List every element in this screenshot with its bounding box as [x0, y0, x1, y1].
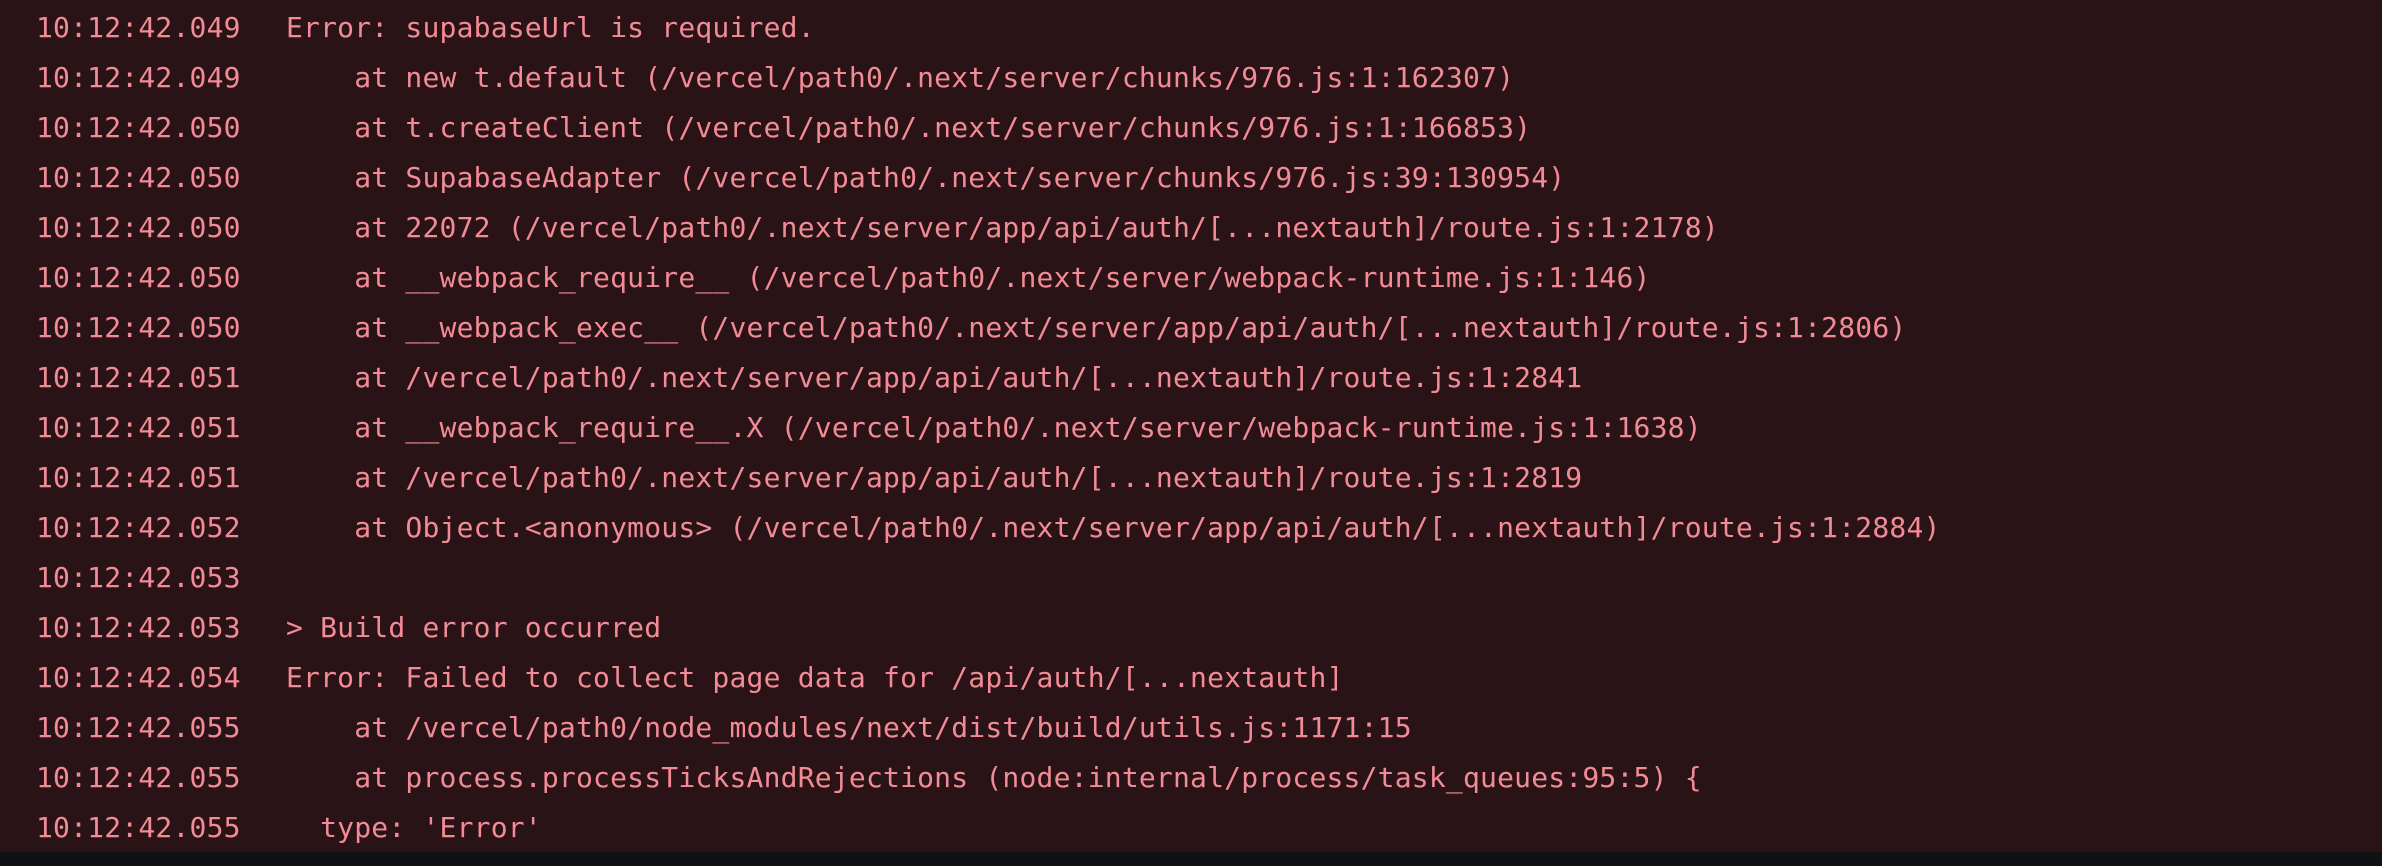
log-timestamp: 10:12:42.049 [36, 10, 241, 44]
log-line: 10:12:42.049 at new t.default (/vercel/p… [0, 52, 2382, 102]
log-line: 10:12:42.050 at SupabaseAdapter (/vercel… [0, 152, 2382, 202]
log-timestamp: 10:12:42.050 [36, 210, 241, 244]
log-line: 10:12:42.051 at /vercel/path0/.next/serv… [0, 352, 2382, 402]
log-timestamp: 10:12:42.055 [36, 760, 241, 794]
log-timestamp: 10:12:42.052 [36, 510, 241, 544]
log-timestamp: 10:12:42.054 [36, 660, 241, 694]
log-message: at process.processTicksAndRejections (no… [286, 760, 1702, 794]
log-message: at __webpack_exec__ (/vercel/path0/.next… [286, 310, 1907, 344]
log-footer-bar [0, 852, 2382, 866]
log-message: at /vercel/path0/node_modules/next/dist/… [286, 710, 1412, 744]
log-line: 10:12:42.055 type: 'Error' [0, 802, 2382, 852]
log-timestamp: 10:12:42.050 [36, 260, 241, 294]
log-line: 10:12:42.051 at __webpack_require__.X (/… [0, 402, 2382, 452]
log-timestamp: 10:12:42.053 [36, 560, 241, 594]
log-message: at __webpack_require__.X (/vercel/path0/… [286, 410, 1702, 444]
log-timestamp: 10:12:42.051 [36, 460, 241, 494]
log-line: 10:12:42.052 at Object.<anonymous> (/ver… [0, 502, 2382, 552]
log-message: at new t.default (/vercel/path0/.next/se… [286, 60, 1515, 94]
log-line: 10:12:42.049 Error: supabaseUrl is requir… [0, 2, 2382, 52]
log-line: 10:12:42.053 [0, 552, 2382, 602]
log-timestamp: 10:12:42.050 [36, 110, 241, 144]
log-line: 10:12:42.055 at /vercel/path0/node_modul… [0, 702, 2382, 752]
log-message: at 22072 (/vercel/path0/.next/server/app… [286, 210, 1719, 244]
log-message: at Object.<anonymous> (/vercel/path0/.ne… [286, 510, 1941, 544]
log-timestamp: 10:12:42.051 [36, 410, 241, 444]
log-message: Error: supabaseUrl is required. [286, 10, 815, 44]
log-message: at SupabaseAdapter (/vercel/path0/.next/… [286, 160, 1566, 194]
log-line: 10:12:42.050 at __webpack_exec__ (/verce… [0, 302, 2382, 352]
log-timestamp: 10:12:42.055 [36, 810, 241, 844]
log-line: 10:12:42.054 Error: Failed to collect pag… [0, 652, 2382, 702]
log-timestamp: 10:12:42.051 [36, 360, 241, 394]
log-timestamp: 10:12:42.053 [36, 610, 241, 644]
log-message: type: 'Error' [286, 810, 542, 844]
log-message: at t.createClient (/vercel/path0/.next/s… [286, 110, 1532, 144]
log-timestamp: 10:12:42.055 [36, 710, 241, 744]
log-line: 10:12:42.050 at 22072 (/vercel/path0/.ne… [0, 202, 2382, 252]
log-message: at /vercel/path0/.next/server/app/api/au… [286, 460, 1583, 494]
log-message: Error: Failed to collect page data for /… [286, 660, 1344, 694]
log-timestamp: 10:12:42.050 [36, 160, 241, 194]
log-line: 10:12:42.053 > Build error occurred [0, 602, 2382, 652]
log-message: at __webpack_require__ (/vercel/path0/.n… [286, 260, 1651, 294]
log-line: 10:12:42.051 at /vercel/path0/.next/serv… [0, 452, 2382, 502]
log-message: > Build error occurred [286, 610, 662, 644]
build-log-panel: 10:12:42.049 Error: supabaseUrl is requir… [0, 0, 2382, 866]
log-timestamp: 10:12:42.049 [36, 60, 241, 94]
log-line: 10:12:42.050 at t.createClient (/vercel/… [0, 102, 2382, 152]
log-message: at /vercel/path0/.next/server/app/api/au… [286, 360, 1583, 394]
log-line: 10:12:42.050 at __webpack_require__ (/ve… [0, 252, 2382, 302]
log-timestamp: 10:12:42.050 [36, 310, 241, 344]
log-line: 10:12:42.055 at process.processTicksAndR… [0, 752, 2382, 802]
